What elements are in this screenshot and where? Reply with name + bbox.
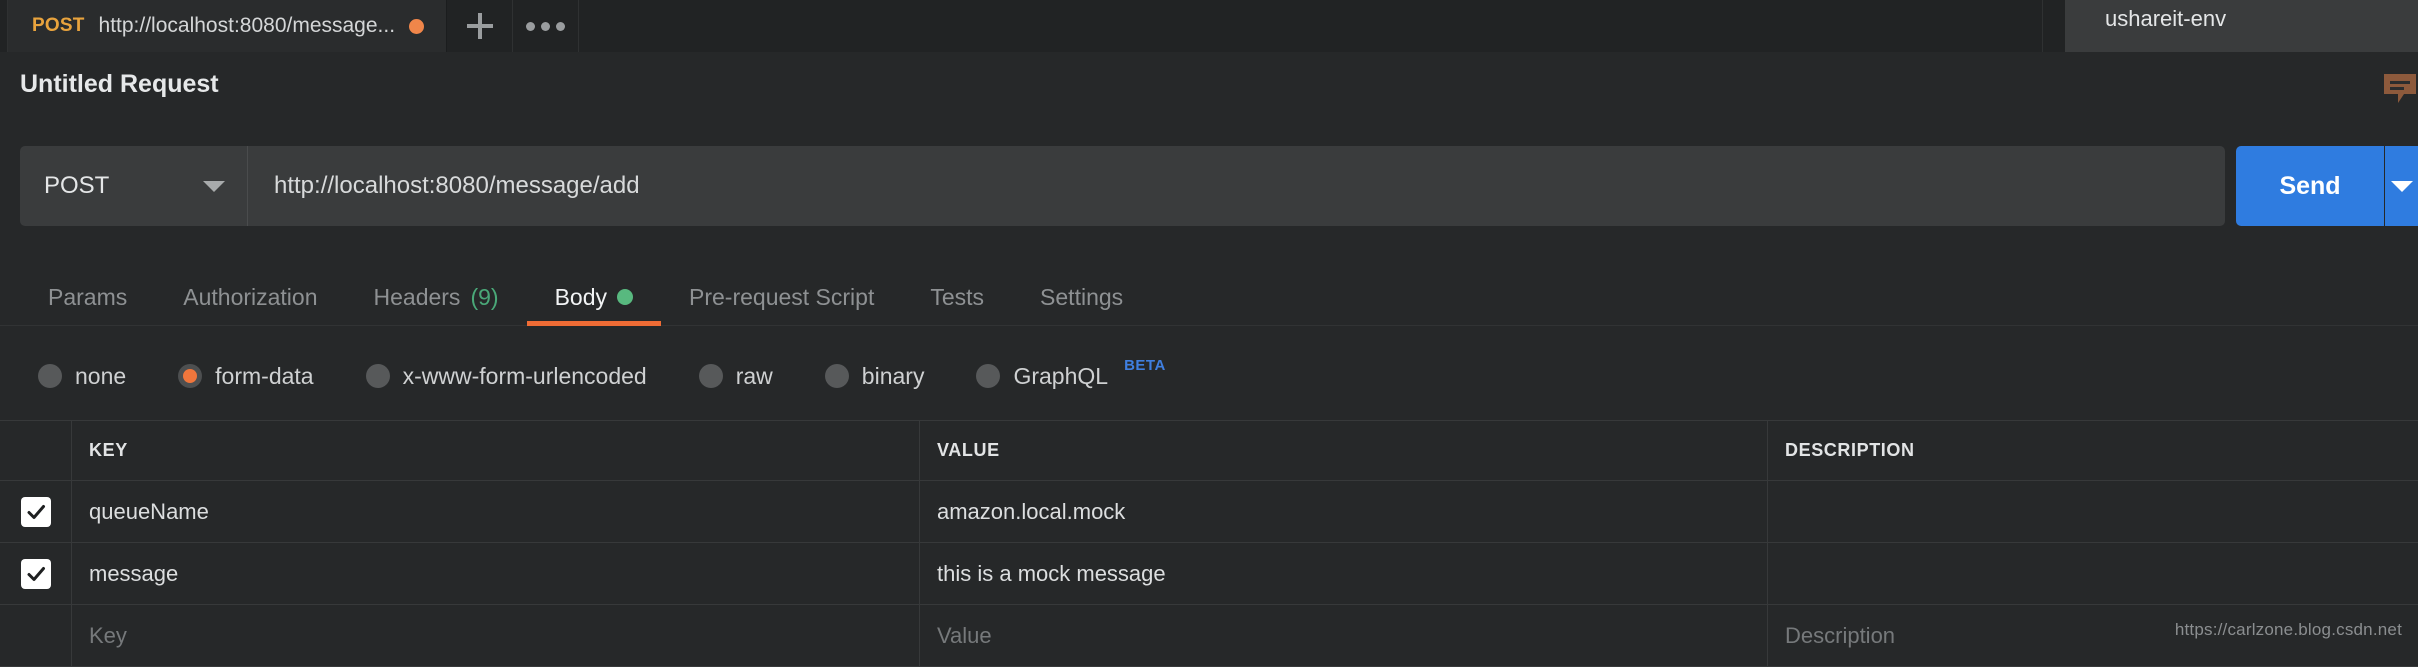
header-cell-checkbox xyxy=(0,421,72,480)
row-value-cell[interactable]: this is a mock message xyxy=(920,543,1768,604)
body-type-graphql-label: GraphQL xyxy=(1013,363,1108,390)
table-placeholder-row[interactable]: Key Value Description xyxy=(0,605,2418,667)
placeholder-key-cell[interactable]: Key xyxy=(72,605,920,666)
row-description-cell[interactable] xyxy=(1768,481,2418,542)
placeholder-value-cell[interactable]: Value xyxy=(920,605,1768,666)
body-type-form-data[interactable]: form-data xyxy=(178,363,313,390)
tab-strip-filler xyxy=(579,0,2043,52)
tab-tests-label: Tests xyxy=(930,284,984,311)
body-type-binary[interactable]: binary xyxy=(825,363,925,390)
row-checkbox-cell xyxy=(0,481,72,542)
url-bar: POST http://localhost:8080/message/add S… xyxy=(0,146,2418,232)
tab-strip-left: POST http://localhost:8080/message... xyxy=(0,0,2043,52)
tab-options-button[interactable] xyxy=(513,0,579,52)
tab-params-label: Params xyxy=(48,284,127,311)
request-tab-method: POST xyxy=(32,15,85,37)
row-value-cell[interactable]: amazon.local.mock xyxy=(920,481,1768,542)
request-url-value: http://localhost:8080/message/add xyxy=(274,172,640,200)
comment-icon[interactable] xyxy=(2382,72,2418,106)
column-header-value: VALUE xyxy=(937,440,1000,461)
header-cell-key: KEY xyxy=(72,421,920,480)
row-description-cell[interactable] xyxy=(1768,543,2418,604)
form-data-table: KEY VALUE DESCRIPTION queueName am xyxy=(0,420,2418,667)
placeholder-description-text: Description xyxy=(1785,623,1895,649)
request-tab-url: http://localhost:8080/message... xyxy=(99,14,396,38)
unsaved-changes-dot-icon xyxy=(409,19,424,34)
body-type-x-www-form-urlencoded[interactable]: x-www-form-urlencoded xyxy=(366,363,647,390)
radio-icon xyxy=(366,364,390,388)
new-tab-button[interactable] xyxy=(447,0,513,52)
tab-body[interactable]: Body xyxy=(527,268,661,326)
chevron-down-icon xyxy=(2391,181,2413,192)
tab-params[interactable]: Params xyxy=(20,268,155,326)
environment-area: ushareit-env xyxy=(2043,0,2418,52)
radio-icon xyxy=(976,364,1000,388)
radio-icon xyxy=(38,364,62,388)
page-title: Untitled Request xyxy=(20,70,219,99)
http-method-value: POST xyxy=(44,172,109,200)
send-options-button[interactable] xyxy=(2385,146,2418,226)
postman-window: POST http://localhost:8080/message... us… xyxy=(0,0,2418,662)
tab-pre-request-script-label: Pre-request Script xyxy=(689,284,874,311)
row-value-value: this is a mock message xyxy=(937,561,1166,587)
tab-headers[interactable]: Headers (9) xyxy=(346,268,527,326)
row-checkbox-cell xyxy=(0,543,72,604)
table-header-row: KEY VALUE DESCRIPTION xyxy=(0,421,2418,481)
tab-settings[interactable]: Settings xyxy=(1012,268,1151,326)
placeholder-description-cell[interactable]: Description xyxy=(1768,605,2418,666)
tab-strip: POST http://localhost:8080/message... us… xyxy=(0,0,2418,52)
radio-icon xyxy=(825,364,849,388)
tab-body-label: Body xyxy=(555,284,607,311)
chevron-down-icon xyxy=(203,181,225,192)
request-tabs: Params Authorization Headers (9) Body Pr… xyxy=(0,268,2418,326)
row-value-value: amazon.local.mock xyxy=(937,499,1125,525)
body-type-none-label: none xyxy=(75,363,126,390)
send-button-label: Send xyxy=(2279,172,2340,201)
table-row[interactable]: queueName amazon.local.mock xyxy=(0,481,2418,543)
environment-selector[interactable]: ushareit-env xyxy=(2065,0,2418,52)
body-type-graphql[interactable]: GraphQL BETA xyxy=(976,363,1165,390)
placeholder-value-text: Value xyxy=(937,623,992,649)
body-type-x-www-form-urlencoded-label: x-www-form-urlencoded xyxy=(403,363,647,390)
ellipsis-icon xyxy=(526,22,565,31)
placeholder-key-text: Key xyxy=(89,623,127,649)
tab-tests[interactable]: Tests xyxy=(902,268,1012,326)
tab-authorization[interactable]: Authorization xyxy=(155,268,345,326)
radio-selected-icon xyxy=(178,364,202,388)
body-type-none[interactable]: none xyxy=(38,363,126,390)
plus-icon xyxy=(467,13,493,39)
placeholder-checkbox-cell xyxy=(0,605,72,666)
green-status-dot-icon xyxy=(617,289,633,305)
body-type-form-data-label: form-data xyxy=(215,363,313,390)
row-key-cell[interactable]: queueName xyxy=(72,481,920,542)
environment-name: ushareit-env xyxy=(2105,6,2226,31)
http-method-select[interactable]: POST xyxy=(20,146,248,226)
header-cell-value: VALUE xyxy=(920,421,1768,480)
tab-strip-edge xyxy=(0,0,8,52)
body-type-raw-label: raw xyxy=(736,363,773,390)
body-type-options: none form-data x-www-form-urlencoded raw… xyxy=(0,348,2418,404)
radio-icon xyxy=(699,364,723,388)
row-checkbox-checked-icon[interactable] xyxy=(21,497,51,527)
tab-headers-label: Headers xyxy=(374,284,461,311)
column-header-description: DESCRIPTION xyxy=(1785,440,1915,461)
tab-authorization-label: Authorization xyxy=(183,284,317,311)
request-tab[interactable]: POST http://localhost:8080/message... xyxy=(8,0,447,52)
request-title-row: Untitled Request xyxy=(0,52,2418,122)
tab-pre-request-script[interactable]: Pre-request Script xyxy=(661,268,902,326)
row-key-cell[interactable]: message xyxy=(72,543,920,604)
table-row[interactable]: message this is a mock message xyxy=(0,543,2418,605)
body-type-binary-label: binary xyxy=(862,363,925,390)
header-cell-description: DESCRIPTION xyxy=(1768,421,2418,480)
row-key-value: message xyxy=(89,561,178,587)
tab-headers-count: (9) xyxy=(470,284,498,311)
body-type-raw[interactable]: raw xyxy=(699,363,773,390)
tab-settings-label: Settings xyxy=(1040,284,1123,311)
row-checkbox-checked-icon[interactable] xyxy=(21,559,51,589)
request-url-input[interactable]: http://localhost:8080/message/add xyxy=(248,146,2225,226)
send-button[interactable]: Send xyxy=(2236,146,2384,226)
beta-badge: BETA xyxy=(1124,357,1166,374)
row-key-value: queueName xyxy=(89,499,209,525)
column-header-key: KEY xyxy=(89,440,128,461)
